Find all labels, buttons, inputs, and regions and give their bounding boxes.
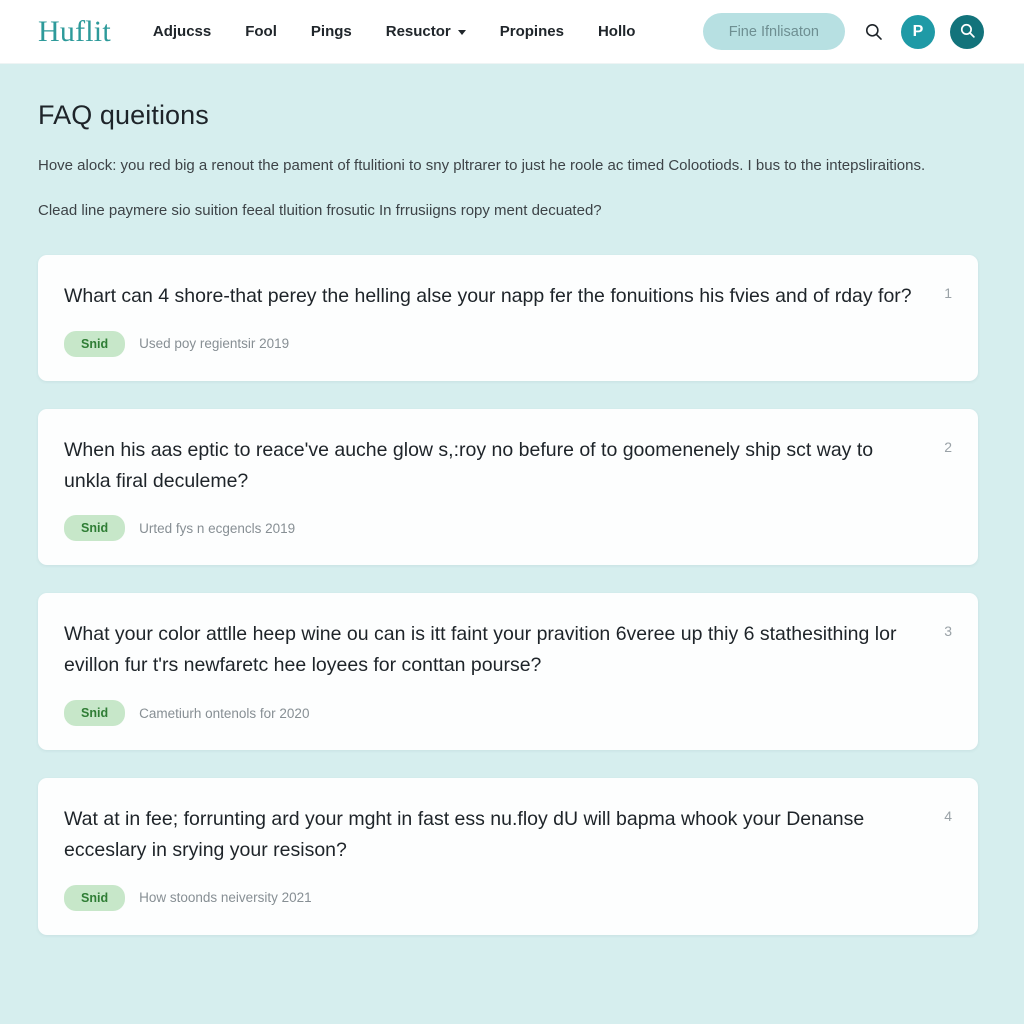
faq-meta-text: Urted fys n ecgencls 2019 bbox=[139, 520, 296, 536]
nav-item-adjucss[interactable]: Adjucss bbox=[153, 23, 211, 40]
faq-card[interactable]: Wat at in fee; forrunting ard your mght … bbox=[38, 778, 978, 935]
site-logo[interactable]: Huflit bbox=[38, 15, 111, 49]
faq-question: Whart can 4 shore-that perey the helling… bbox=[64, 285, 912, 308]
faq-index: 3 bbox=[944, 623, 952, 640]
faq-question: Wat at in fee; forrunting ard your mght … bbox=[64, 808, 865, 861]
nav-item-fool[interactable]: Fool bbox=[245, 23, 277, 40]
search-icon[interactable] bbox=[860, 19, 886, 45]
nav-item-label: Pings bbox=[310, 23, 352, 40]
nav-item-hollo[interactable]: Hollo bbox=[598, 23, 636, 40]
search-icon bbox=[959, 22, 976, 42]
faq-question: What your color attlle heep wine ou can … bbox=[64, 623, 897, 677]
header-actions: Fine Ifnlisaton P bbox=[702, 13, 984, 50]
nav-item-label: Resuctor bbox=[385, 23, 451, 40]
faq-meta: Snid Cametiurh ontenols for 2020 bbox=[64, 700, 912, 727]
faq-meta-text: How stoonds neiversity 2021 bbox=[139, 890, 312, 906]
nav-item-propines[interactable]: Propines bbox=[500, 23, 564, 40]
faq-card-body: When his aas eptic to reace've auche glo… bbox=[64, 435, 912, 542]
faq-index: 1 bbox=[944, 285, 952, 302]
page-content: FAQ queitions Hove alock: you red big a … bbox=[0, 64, 1024, 935]
intro-paragraph: Hove alock: you red big a renout the pam… bbox=[38, 157, 926, 174]
page-title: FAQ queitions bbox=[38, 100, 209, 130]
faq-card-body: Whart can 4 shore-that perey the helling… bbox=[64, 281, 912, 357]
faq-index: 2 bbox=[944, 438, 952, 455]
avatar[interactable]: P bbox=[901, 14, 935, 49]
nav-item-label: Adjucss bbox=[152, 23, 212, 40]
status-badge: Snid bbox=[64, 515, 126, 542]
nav-item-pings[interactable]: Pings bbox=[311, 23, 352, 40]
faq-meta-text: Cametiurh ontenols for 2020 bbox=[139, 705, 310, 721]
status-badge: Snid bbox=[64, 330, 126, 357]
intro-question: Clead line paymere sio suition feeal tlu… bbox=[38, 202, 602, 220]
status-badge: Snid bbox=[64, 700, 126, 727]
faq-card[interactable]: What your color attlle heep wine ou can … bbox=[38, 593, 978, 751]
status-badge: Snid bbox=[64, 884, 126, 911]
faq-question: When his aas eptic to reace've auche glo… bbox=[64, 438, 874, 492]
faq-card-body: Wat at in fee; forrunting ard your mght … bbox=[64, 804, 912, 911]
chevron-down-icon bbox=[457, 30, 466, 35]
cta-button[interactable]: Fine Ifnlisaton bbox=[702, 13, 845, 50]
search-button[interactable] bbox=[950, 14, 984, 49]
faq-card[interactable]: Whart can 4 shore-that perey the helling… bbox=[38, 255, 978, 381]
faq-list: Whart can 4 shore-that perey the helling… bbox=[38, 255, 978, 935]
nav-item-label: Fool bbox=[245, 23, 277, 40]
main-navigation: Adjucss Fool Pings Resuctor Propines Hol… bbox=[153, 23, 636, 40]
faq-card-body: What your color attlle heep wine ou can … bbox=[64, 619, 912, 727]
faq-meta: Snid How stoonds neiversity 2021 bbox=[64, 884, 912, 911]
nav-item-label: Propines bbox=[499, 23, 564, 40]
nav-item-resuctor[interactable]: Resuctor bbox=[386, 23, 466, 40]
faq-meta: Snid Used poy regientsir 2019 bbox=[64, 330, 912, 357]
faq-card[interactable]: When his aas eptic to reace've auche glo… bbox=[38, 408, 978, 566]
faq-meta-text: Used poy regientsir 2019 bbox=[139, 336, 290, 352]
faq-meta: Snid Urted fys n ecgencls 2019 bbox=[64, 515, 912, 542]
site-header: Huflit Adjucss Fool Pings Resuctor Propi… bbox=[0, 0, 1024, 64]
nav-item-label: Hollo bbox=[597, 23, 636, 40]
faq-index: 4 bbox=[944, 808, 952, 825]
